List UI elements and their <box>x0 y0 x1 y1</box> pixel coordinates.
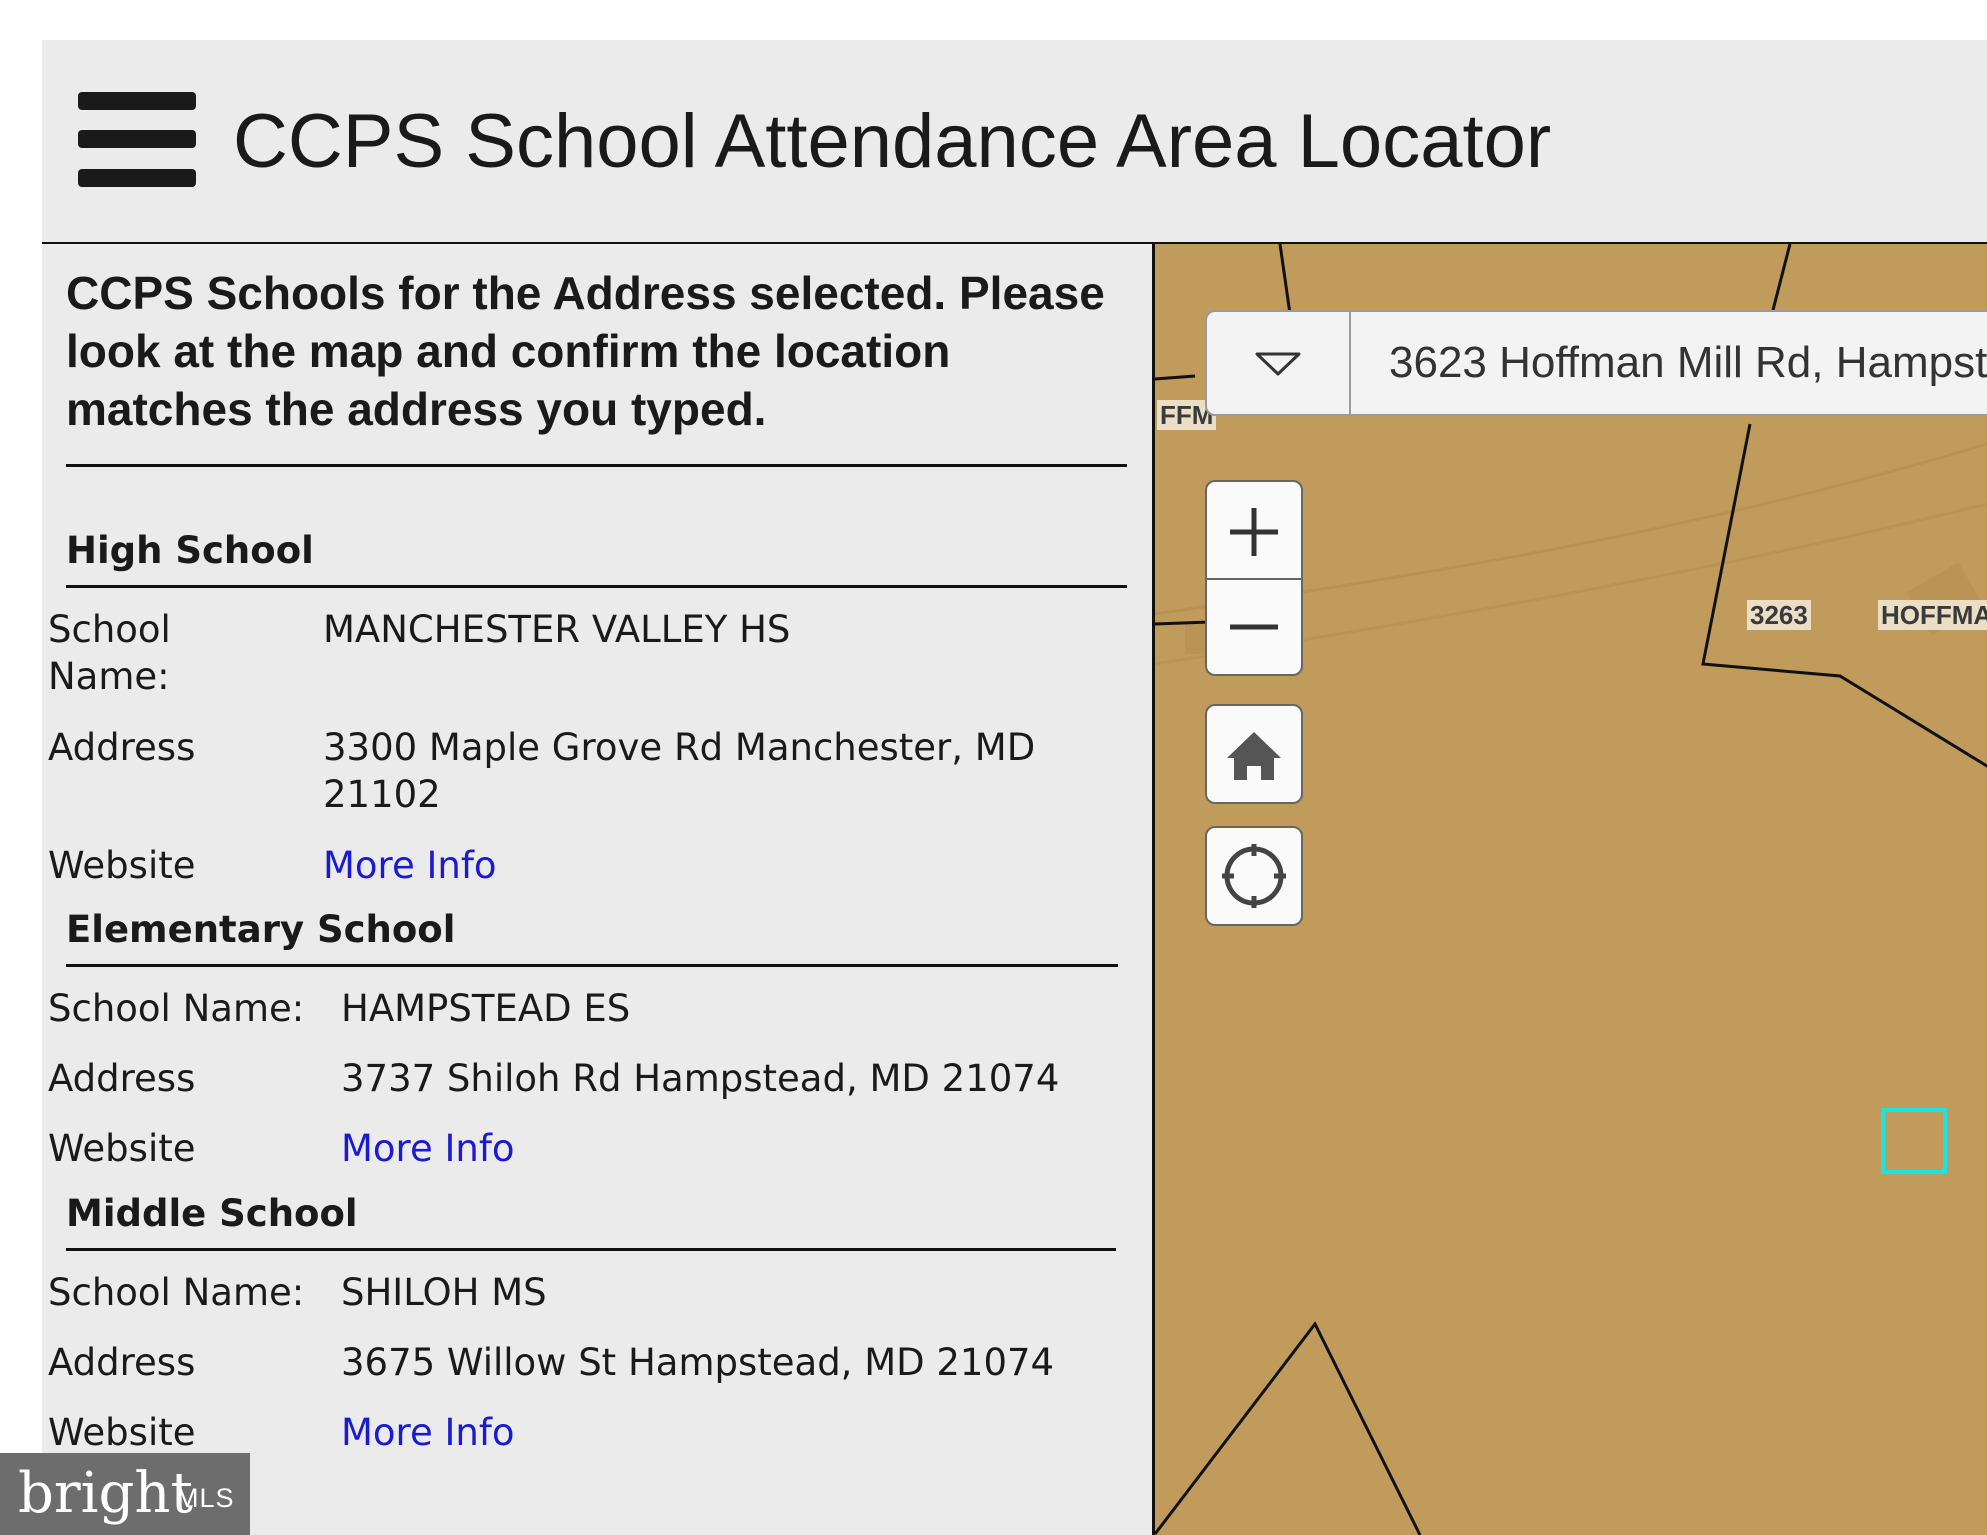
elementary-school-section: Elementary School <box>66 908 1118 967</box>
home-button[interactable] <box>1205 704 1303 804</box>
middle-school-more-info-link[interactable]: More Info <box>341 1409 515 1456</box>
elementary-school-address-row: Address 3737 Shiloh Rd Hampstead, MD 210… <box>48 1055 1108 1102</box>
address-search-box[interactable]: 3623 Hoffman Mill Rd, Hampstead <box>1205 310 1987 416</box>
dropdown-triangle-icon <box>1255 352 1301 376</box>
elementary-school-name-row: School Name: HAMPSTEAD ES <box>48 985 1108 1032</box>
school-name-label: School Name: <box>48 987 305 1030</box>
school-name-label: School Name: <box>48 1271 305 1314</box>
map-street-label: HOFFMAN <box>1878 600 1987 630</box>
address-search-input[interactable]: 3623 Hoffman Mill Rd, Hampstead <box>1389 338 1987 388</box>
website-label: Website <box>48 1127 196 1170</box>
zoom-out-icon <box>1230 624 1278 630</box>
bright-mls-watermark: bright MLS <box>0 1453 250 1535</box>
results-panel: CCPS Schools for the Address selected. P… <box>42 244 1155 1535</box>
high-school-divider <box>66 585 1127 588</box>
high-school-website-row: Website More Info <box>48 842 1108 889</box>
map-parcel-number-label: 3263 <box>1747 600 1811 630</box>
home-icon <box>1227 732 1281 780</box>
school-name-label: School Name: <box>48 608 171 698</box>
high-school-more-info-link[interactable]: More Info <box>323 842 497 889</box>
middle-school-name: SHILOH MS <box>341 1271 547 1314</box>
address-label: Address <box>48 726 196 769</box>
high-school-name: MANCHESTER VALLEY HS <box>323 608 791 651</box>
website-label: Website <box>48 844 196 887</box>
watermark-suffix: MLS <box>176 1483 235 1513</box>
app-window: CCPS School Attendance Area Locator CCPS… <box>42 40 1987 1535</box>
middle-school-address: 3675 Willow St Hampstead, MD 21074 <box>341 1341 1055 1384</box>
map-view[interactable]: FFM 3263 HOFFMAN 3623 Hoffman Mill Rd, H… <box>1155 244 1987 1535</box>
middle-school-address-row: Address 3675 Willow St Hampstead, MD 210… <box>48 1339 1108 1386</box>
watermark-brand: bright <box>18 1461 193 1526</box>
address-label: Address <box>48 1057 196 1100</box>
intro-divider <box>66 464 1127 467</box>
elementary-school-divider <box>66 964 1118 967</box>
zoom-out-button[interactable] <box>1207 580 1301 674</box>
zoom-in-button[interactable] <box>1207 482 1301 580</box>
locate-button[interactable] <box>1205 826 1303 926</box>
selected-location-marker <box>1881 1108 1947 1174</box>
middle-school-section: Middle School <box>66 1192 1116 1251</box>
hamburger-menu-icon[interactable] <box>78 92 196 188</box>
elementary-school-name: HAMPSTEAD ES <box>341 987 631 1030</box>
search-source-dropdown[interactable] <box>1207 312 1351 414</box>
high-school-heading: High School <box>66 529 314 572</box>
zoom-in-icon <box>1230 508 1278 556</box>
app-title: CCPS School Attendance Area Locator <box>233 99 1552 184</box>
high-school-address-row: Address 3300 Maple Grove Rd Manchester, … <box>48 724 1108 818</box>
locate-icon <box>1222 844 1286 908</box>
high-school-address: 3300 Maple Grove Rd Manchester, MD 21102 <box>323 726 1036 816</box>
website-label: Website <box>48 1411 196 1454</box>
elementary-school-address: 3737 Shiloh Rd Hampstead, MD 21074 <box>341 1057 1060 1100</box>
middle-school-name-row: School Name: SHILOH MS <box>48 1269 1108 1316</box>
zoom-control <box>1205 480 1303 676</box>
elementary-school-more-info-link[interactable]: More Info <box>341 1125 515 1172</box>
results-intro: CCPS Schools for the Address selected. P… <box>66 267 1105 435</box>
high-school-section: High School <box>66 529 1127 588</box>
app-header: CCPS School Attendance Area Locator <box>42 40 1987 244</box>
middle-school-heading: Middle School <box>66 1192 358 1235</box>
middle-school-website-row: Website More Info <box>48 1409 1108 1456</box>
elementary-school-website-row: Website More Info <box>48 1125 1108 1172</box>
elementary-school-heading: Elementary School <box>66 908 456 951</box>
middle-school-divider <box>66 1248 1116 1251</box>
address-label: Address <box>48 1341 196 1384</box>
high-school-name-row: School Name: MANCHESTER VALLEY HS <box>48 606 1108 700</box>
